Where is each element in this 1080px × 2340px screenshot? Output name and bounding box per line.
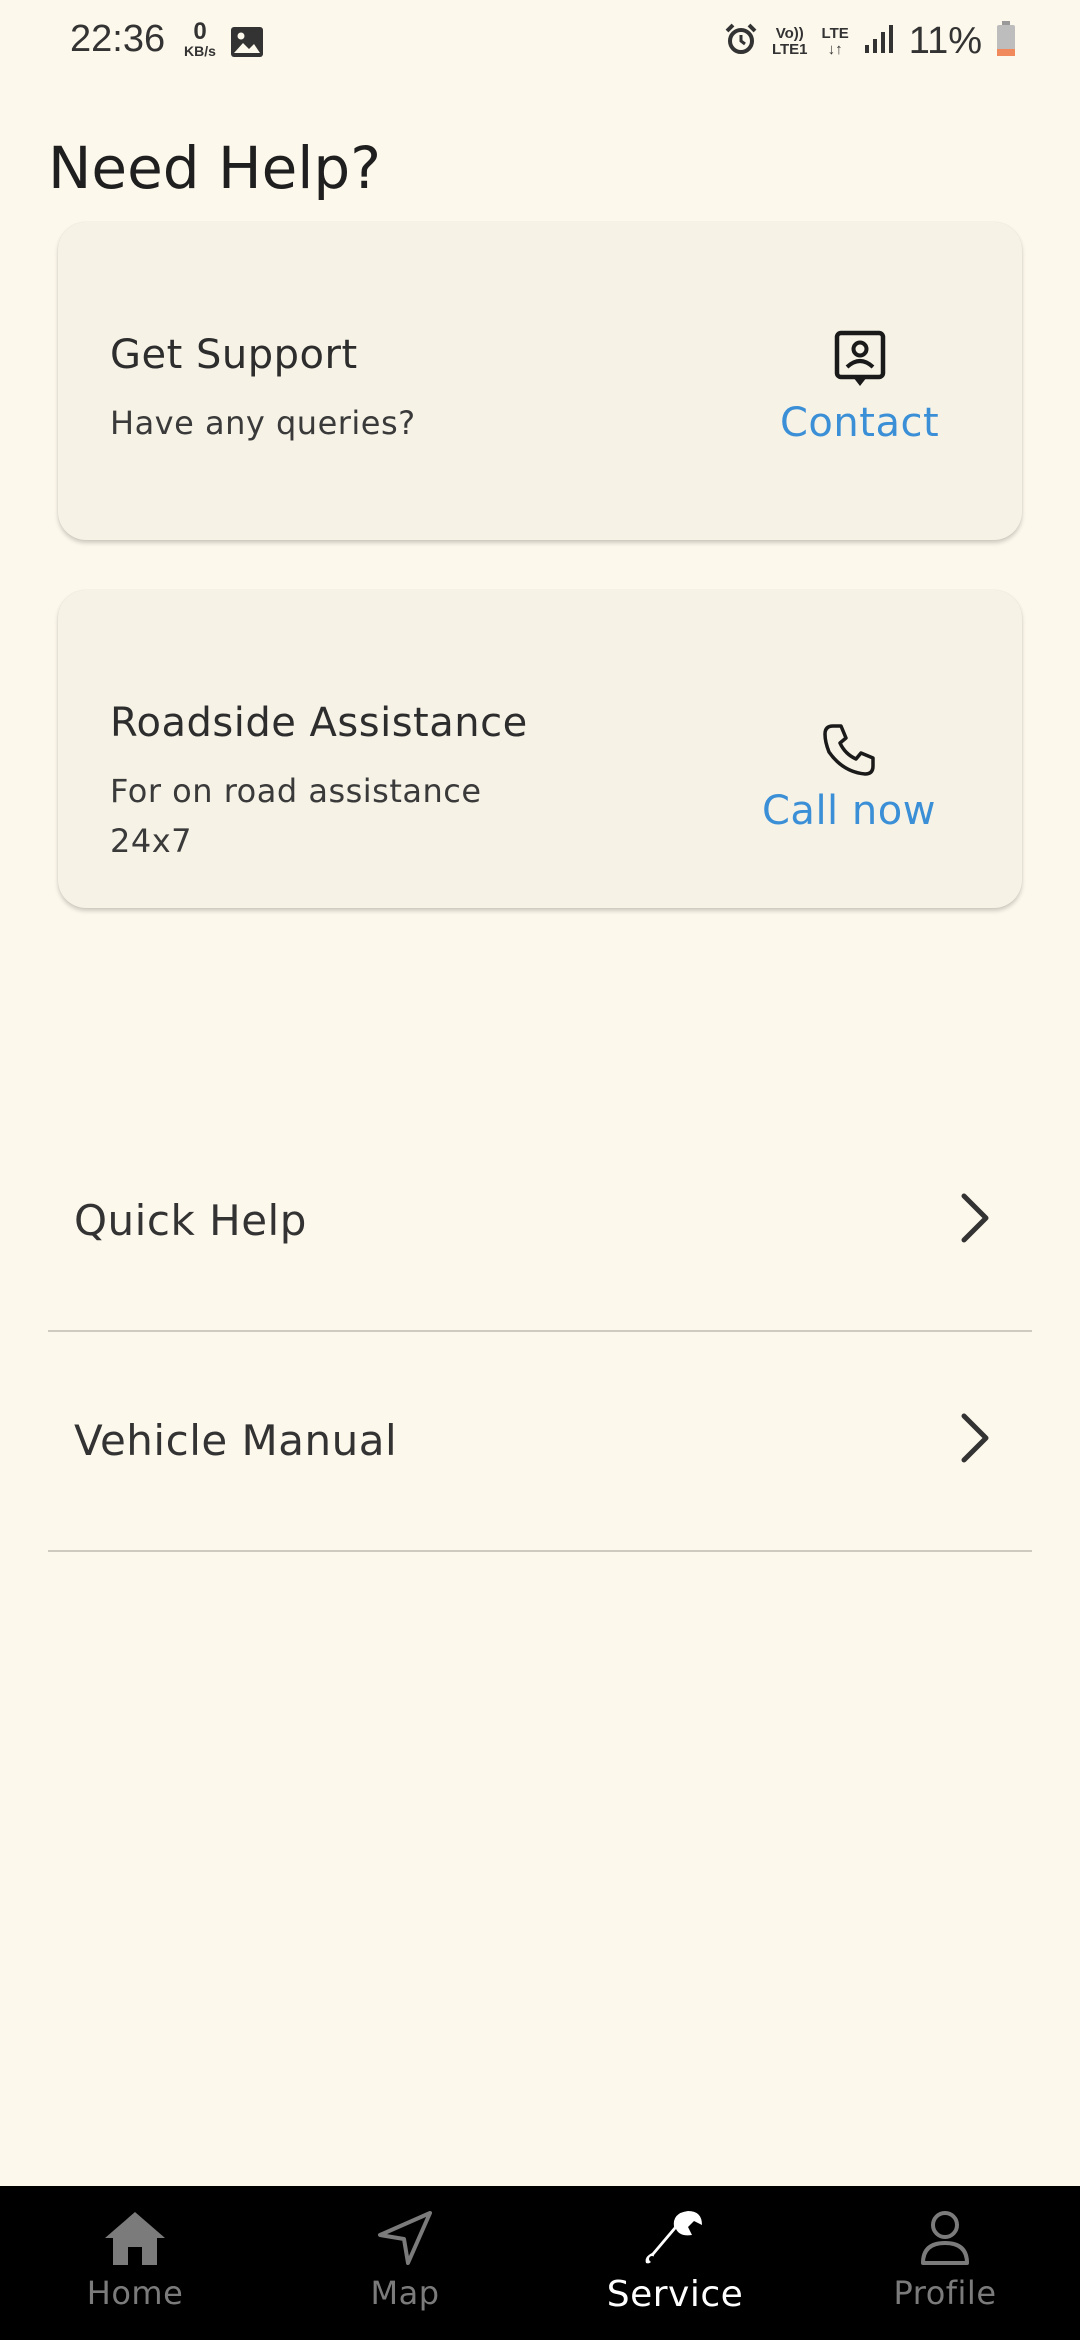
volte-top: Vo)) bbox=[775, 24, 804, 42]
status-time: 22:36 bbox=[70, 18, 166, 60]
roadside-card-title: Roadside Assistance bbox=[110, 700, 528, 746]
lte-indicator: LTE ↓↑ bbox=[821, 24, 849, 58]
call-now-button[interactable]: Call now bbox=[762, 722, 936, 834]
nav-label-service: Service bbox=[606, 2274, 744, 2315]
battery-percentage: 11% bbox=[908, 20, 982, 62]
status-bar: 22:36 0 KB/s Vo)) LTE1 LTE ↓↑ 11% bbox=[0, 0, 1080, 84]
alarm-icon bbox=[724, 22, 758, 61]
list-item-vehicle-manual[interactable]: Vehicle Manual bbox=[48, 1330, 1032, 1552]
roadside-subtitle-line1: For on road assistance bbox=[110, 772, 482, 810]
home-icon bbox=[102, 2206, 168, 2270]
volte-indicator: Vo)) LTE1 bbox=[771, 24, 808, 58]
network-speed-value: 0 bbox=[193, 18, 207, 45]
network-speed: 0 KB/s bbox=[180, 18, 220, 59]
nav-label-profile: Profile bbox=[893, 2274, 997, 2312]
nav-item-service[interactable]: Service bbox=[540, 2186, 810, 2340]
bottom-nav: Home Map Service Profile bbox=[0, 2186, 1080, 2340]
list-item-quick-help[interactable]: Quick Help bbox=[48, 1110, 1032, 1332]
battery-icon bbox=[996, 21, 1016, 62]
chevron-right-icon bbox=[958, 1192, 992, 1248]
lte-top: LTE bbox=[821, 24, 849, 42]
call-now-label: Call now bbox=[762, 788, 936, 834]
support-card: Get Support Have any queries? Contact bbox=[58, 222, 1022, 540]
nav-item-home[interactable]: Home bbox=[0, 2186, 270, 2340]
lte-bottom: ↓↑ bbox=[827, 40, 843, 58]
roadside-card: Roadside Assistance For on road assistan… bbox=[58, 590, 1022, 908]
support-card-subtitle: Have any queries? bbox=[110, 404, 416, 442]
network-speed-unit: KB/s bbox=[184, 43, 216, 59]
contact-button[interactable]: Contact bbox=[780, 330, 939, 446]
roadside-subtitle-line2: 24x7 bbox=[110, 822, 193, 860]
person-icon bbox=[919, 2206, 971, 2270]
chevron-right-icon bbox=[958, 1412, 992, 1468]
signal-icon bbox=[863, 23, 895, 60]
wrench-icon bbox=[644, 2206, 706, 2270]
contact-label: Contact bbox=[780, 400, 940, 446]
gallery-icon bbox=[230, 26, 264, 62]
status-right: Vo)) LTE1 LTE ↓↑ 11% bbox=[724, 20, 1016, 63]
roadside-card-subtitle: For on road assistance 24x7 bbox=[110, 766, 530, 866]
nav-label-home: Home bbox=[86, 2274, 184, 2312]
contact-card-icon bbox=[833, 330, 887, 394]
list-item-label: Vehicle Manual bbox=[74, 1416, 398, 1465]
support-card-title: Get Support bbox=[110, 332, 358, 378]
nav-label-map: Map bbox=[370, 2274, 440, 2312]
volte-bottom: LTE1 bbox=[771, 40, 808, 58]
phone-icon bbox=[821, 722, 877, 782]
nav-item-map[interactable]: Map bbox=[270, 2186, 540, 2340]
nav-item-profile[interactable]: Profile bbox=[810, 2186, 1080, 2340]
page-title: Need Help? bbox=[48, 134, 382, 202]
navigation-arrow-icon bbox=[376, 2206, 434, 2270]
list-item-label: Quick Help bbox=[74, 1196, 307, 1245]
